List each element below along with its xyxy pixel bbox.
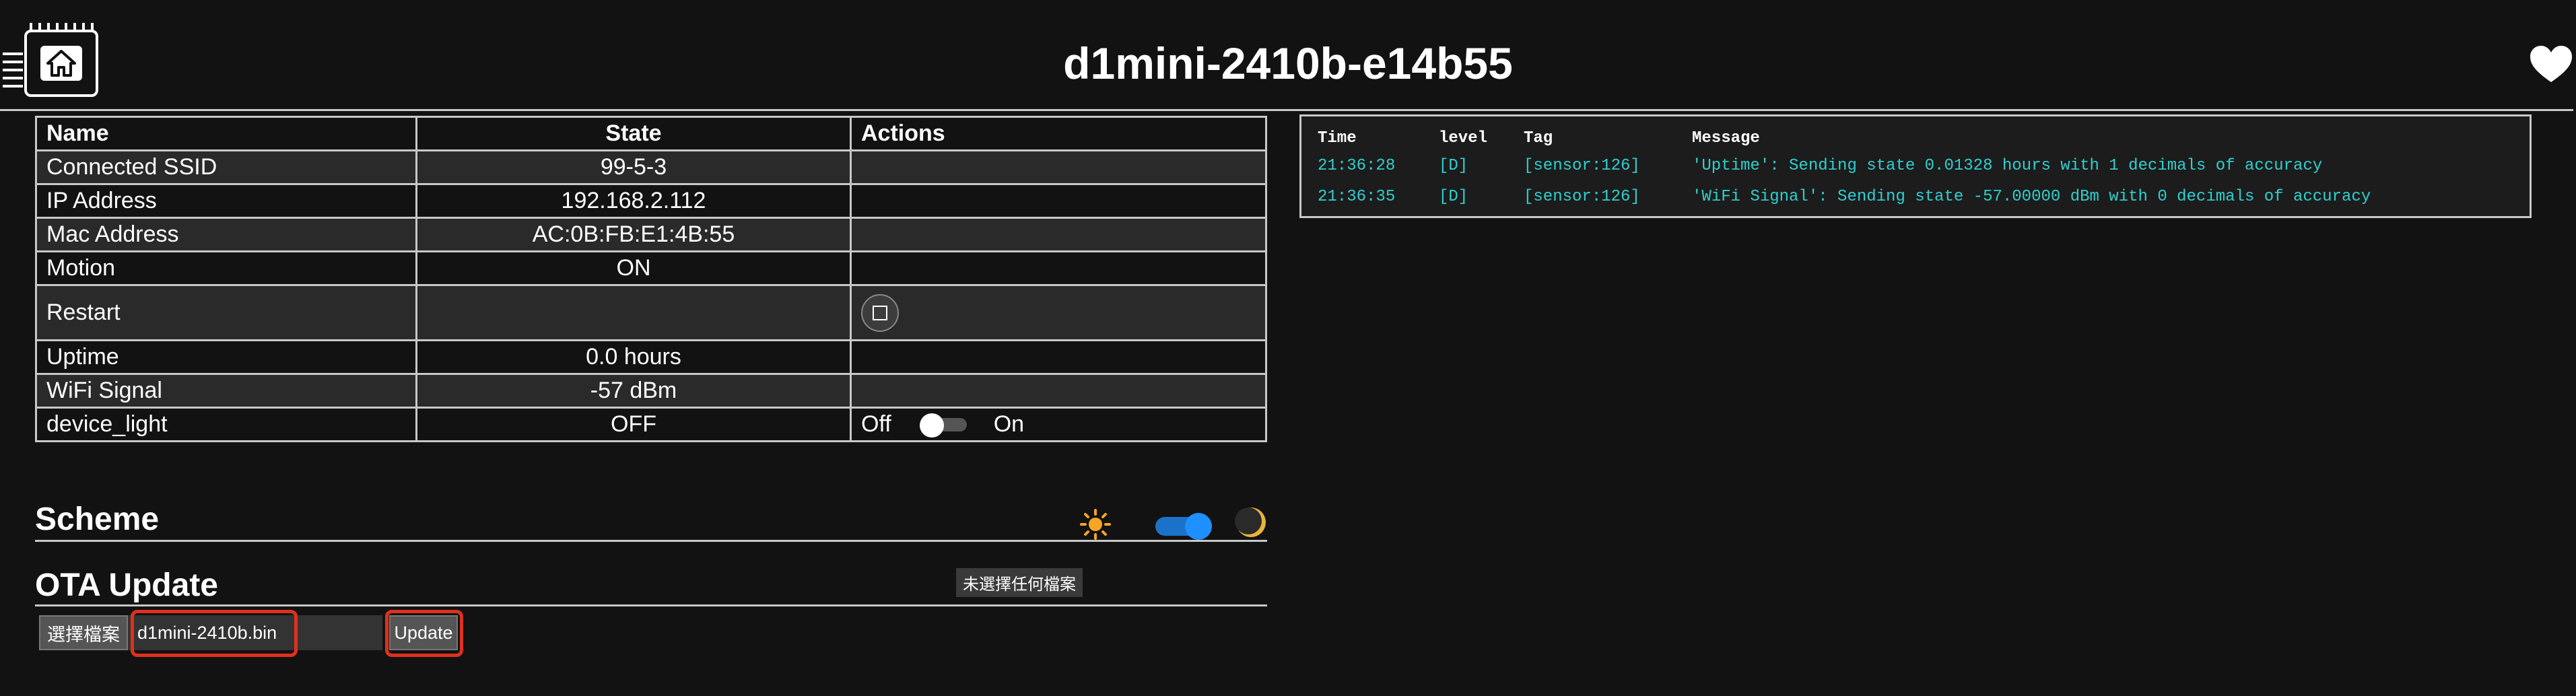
entity-name: Motion: [35, 250, 417, 286]
table-row: IP Address 192.168.2.112: [35, 183, 1267, 219]
column-header-state: State: [415, 116, 852, 151]
log-header-time: Time: [1318, 129, 1357, 147]
entity-state: 0.0 hours: [415, 339, 852, 375]
log-tag: [sensor:126]: [1524, 187, 1640, 206]
column-header-name: Name: [35, 116, 417, 151]
log-time: 21:36:35: [1318, 187, 1396, 206]
toggle-on-label: On: [993, 411, 1025, 437]
entity-state: [415, 284, 852, 341]
selected-file-name: d1mini-2410b.bin: [128, 615, 382, 650]
header-divider: [0, 109, 2573, 111]
entity-actions: [850, 373, 1267, 409]
log-header-message: Message: [1692, 129, 1760, 147]
choose-file-button[interactable]: 選擇檔案: [39, 615, 128, 650]
entity-state: OFF: [415, 407, 852, 442]
entity-name: device_light: [35, 407, 417, 442]
log-row: 21:36:35 [D] [sensor:126] 'WiFi Signal':…: [1318, 181, 2371, 212]
entity-actions: [850, 183, 1267, 219]
log-tag: [sensor:126]: [1524, 156, 1640, 175]
switch-knob: [919, 413, 944, 438]
file-tooltip: 未選擇任何檔案: [956, 568, 1083, 597]
entity-name: Uptime: [35, 339, 417, 375]
entity-state: 192.168.2.112: [415, 183, 852, 219]
table-row: Uptime 0.0 hours: [35, 339, 1267, 375]
log-level: [D]: [1439, 187, 1468, 206]
page-title: d1mini-2410b-e14b55: [1063, 38, 1513, 88]
stop-square-icon: [873, 305, 887, 320]
device-light-switch[interactable]: [919, 413, 967, 438]
entity-actions: [850, 339, 1267, 375]
entity-actions: [850, 250, 1267, 286]
light-toggle-group: Off On: [861, 411, 1256, 438]
column-header-actions: Actions: [850, 116, 1267, 151]
entity-actions: [850, 217, 1267, 252]
entity-actions: Off On: [850, 407, 1267, 442]
log-message: 'WiFi Signal': Sending state -57.00000 d…: [1692, 187, 2371, 206]
entity-state: AC:0B:FB:E1:4B:55: [415, 217, 852, 252]
table-row: Motion ON: [35, 250, 1267, 286]
entity-name: Restart: [35, 284, 417, 341]
update-button[interactable]: Update: [389, 615, 458, 650]
moon-icon: [1235, 508, 1266, 537]
entity-actions: [850, 149, 1267, 185]
entity-name: Connected SSID: [35, 149, 417, 185]
log-header-tag: Tag: [1524, 129, 1553, 147]
dark-mode-switch[interactable]: [1155, 513, 1212, 540]
toggle-off-label: Off: [861, 411, 891, 437]
scheme-divider: [35, 540, 1267, 542]
log-row: 21:36:28 [D] [sensor:126] 'Uptime': Send…: [1318, 150, 2371, 181]
heart-icon[interactable]: [2529, 44, 2573, 85]
table-row: Mac Address AC:0B:FB:E1:4B:55: [35, 217, 1267, 252]
log-table: Time level Tag Message 21:36:28 [D] [sen…: [1318, 126, 2371, 212]
restart-button[interactable]: [861, 293, 899, 332]
ota-divider: [35, 604, 1267, 606]
table-row: device_light OFF Off On: [35, 407, 1267, 442]
sun-icon: [1080, 509, 1111, 540]
entity-actions: [850, 284, 1267, 341]
entity-table-header: Name State Actions: [35, 116, 1267, 151]
entity-name: IP Address: [35, 183, 417, 219]
entity-table: Name State Actions Connected SSID 99-5-3…: [35, 116, 1267, 442]
table-row: WiFi Signal -57 dBm: [35, 373, 1267, 409]
log-header: Time level Tag Message: [1318, 126, 2371, 150]
entity-state: 99-5-3: [415, 149, 852, 185]
log-time: 21:36:28: [1318, 156, 1396, 175]
entity-name: Mac Address: [35, 217, 417, 252]
log-level: [D]: [1439, 156, 1468, 175]
entity-name: WiFi Signal: [35, 373, 417, 409]
log-message: 'Uptime': Sending state 0.01328 hours wi…: [1692, 156, 2323, 175]
table-row: Connected SSID 99-5-3: [35, 149, 1267, 185]
log-header-level: level: [1439, 129, 1488, 147]
switch-knob: [1185, 513, 1212, 540]
entity-state: -57 dBm: [415, 373, 852, 409]
entity-state: ON: [415, 250, 852, 286]
ota-title: OTA Update: [35, 567, 218, 603]
scheme-title: Scheme: [35, 501, 160, 537]
log-panel: Time level Tag Message 21:36:28 [D] [sen…: [1299, 114, 2532, 218]
table-row: Restart: [35, 284, 1267, 341]
